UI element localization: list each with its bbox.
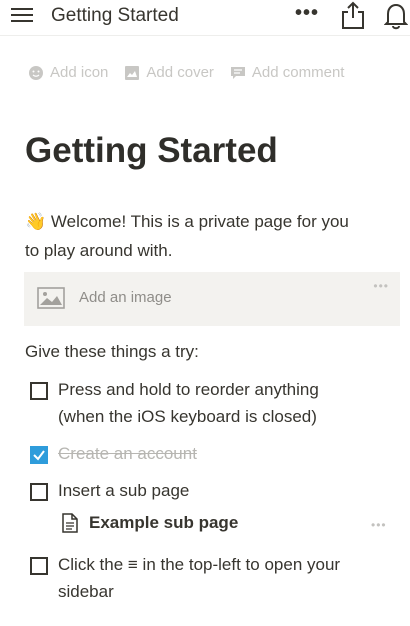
image-block-more-icon[interactable]: ••• [373, 279, 389, 293]
add-comment-button[interactable]: Add comment [230, 64, 345, 81]
sub-page-link[interactable]: Example sub page [62, 513, 238, 533]
todo-checkbox[interactable] [30, 382, 48, 400]
image-placeholder-icon [37, 287, 65, 309]
todo-checkbox[interactable] [30, 557, 48, 575]
add-cover-label: Add cover [146, 64, 214, 81]
top-bar-title: Getting Started [51, 5, 179, 26]
todo-text[interactable]: Press and hold to reorder anything (when… [58, 376, 319, 430]
top-bar: Getting Started ••• [0, 0, 410, 36]
waving-hand-emoji: 👋 [25, 212, 47, 231]
add-comment-label: Add comment [251, 64, 345, 81]
add-cover-button[interactable]: Add cover [124, 64, 214, 81]
page-title[interactable]: Getting Started [25, 131, 278, 171]
welcome-text-line2: to play around with. [25, 241, 173, 260]
todo-checkbox-checked[interactable] [30, 446, 48, 464]
todo-text[interactable]: Insert a sub page [58, 477, 189, 504]
hamburger-menu-icon[interactable] [11, 5, 33, 23]
welcome-paragraph[interactable]: 👋 Welcome! This is a private page for yo… [25, 207, 397, 265]
sub-page-label: Example sub page [89, 513, 239, 532]
checkmark-icon [33, 450, 45, 461]
add-image-label: Add an image [79, 289, 172, 306]
todo-text-line2: (when the iOS keyboard is closed) [58, 407, 317, 426]
todo-checkbox[interactable] [30, 483, 48, 501]
more-options-icon[interactable]: ••• [295, 2, 319, 25]
image-icon [125, 65, 140, 80]
notifications-bell-icon[interactable] [384, 2, 408, 30]
todo-text-line2: sidebar [58, 582, 114, 601]
page-meta-actions: Add icon Add cover Add comment [28, 64, 344, 81]
todo-text[interactable]: Create an account [58, 440, 197, 467]
todo-text-line1: Click the ≡ in the top-left to open your [58, 555, 341, 574]
try-heading[interactable]: Give these things a try: [25, 342, 199, 362]
add-icon-label: Add icon [50, 64, 109, 81]
smiley-icon [29, 65, 43, 80]
share-icon[interactable] [340, 0, 366, 30]
welcome-text-line1: Welcome! This is a private page for you [50, 212, 349, 231]
todo-text-line1: Press and hold to reorder anything [58, 380, 319, 399]
add-icon-button[interactable]: Add icon [28, 64, 108, 81]
comment-icon [230, 66, 245, 79]
document-icon [62, 513, 78, 533]
todo-text[interactable]: Click the ≡ in the top-left to open your… [58, 551, 340, 605]
sub-page-more-icon[interactable]: ••• [371, 518, 387, 532]
image-block[interactable]: Add an image ••• [24, 272, 400, 326]
